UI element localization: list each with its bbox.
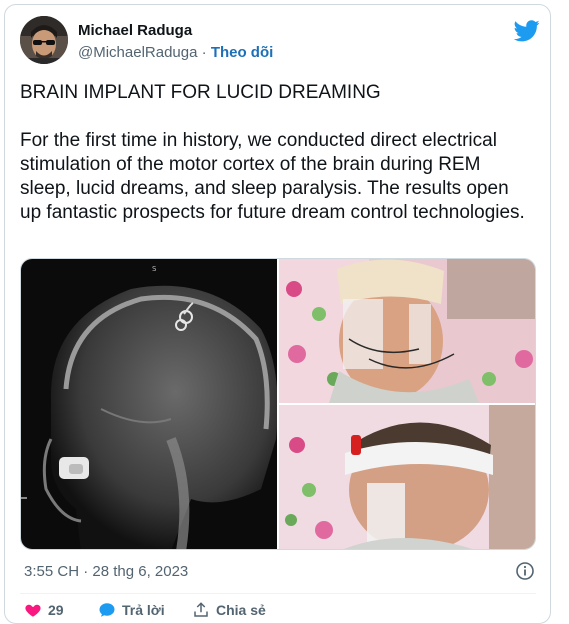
handle-separator: · xyxy=(201,44,207,61)
tweet-headline: BRAIN IMPLANT FOR LUCID DREAMING xyxy=(20,82,381,103)
follow-button[interactable]: Theo dõi xyxy=(211,44,274,61)
reply-label: Trả lời xyxy=(122,602,165,618)
tweet-actions: 29 Trả lời Chia sẻ xyxy=(20,601,536,621)
author-handle[interactable]: @MichaelRaduga xyxy=(78,44,197,61)
like-count: 29 xyxy=(48,602,64,618)
author-avatar[interactable] xyxy=(20,16,68,64)
patient-photo-top[interactable] xyxy=(279,259,535,403)
share-label: Chia sẻ xyxy=(216,602,266,618)
author-name[interactable]: Michael Raduga xyxy=(78,22,192,39)
actions-divider xyxy=(20,593,536,594)
tweet-body: For the first time in history, we conduc… xyxy=(20,130,525,223)
tweet-timestamp[interactable]: 3:55 CH · 28 thg 6, 2023 xyxy=(24,563,188,580)
author-handle-row: @MichaelRaduga · Theo dõi xyxy=(78,44,273,61)
xray-marker-label: S xyxy=(152,265,157,273)
tweet-text: BRAIN IMPLANT FOR LUCID DREAMING For the… xyxy=(20,81,535,225)
tweet-media-grid: S xyxy=(20,258,536,550)
info-icon[interactable] xyxy=(515,561,535,581)
xray-photo[interactable]: S xyxy=(21,259,278,549)
twitter-bird-icon[interactable] xyxy=(514,20,540,42)
tweet-header: Michael Raduga @MichaelRaduga · Theo dõi xyxy=(20,16,540,64)
tweet-card: Michael Raduga @MichaelRaduga · Theo dõi… xyxy=(4,4,551,624)
patient-photo-bottom[interactable] xyxy=(279,405,535,549)
